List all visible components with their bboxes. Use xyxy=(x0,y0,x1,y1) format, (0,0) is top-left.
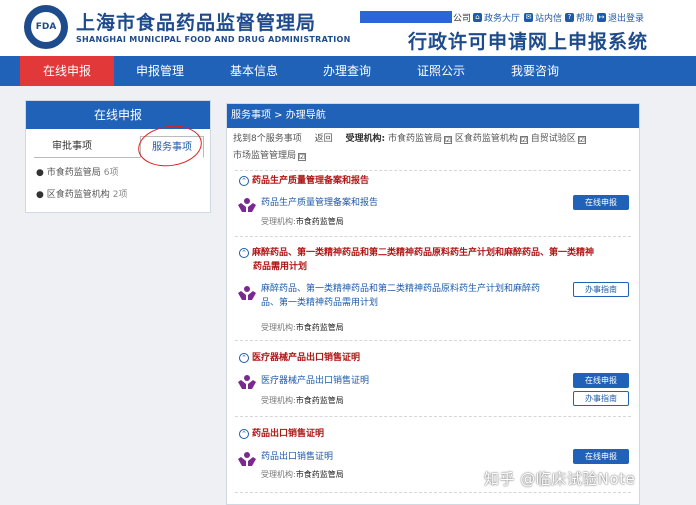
service-item-link[interactable]: 药品出口销售证明 xyxy=(261,450,333,464)
service-hands-icon xyxy=(238,375,256,389)
logout-icon: ↦ xyxy=(597,13,606,22)
online-apply-button[interactable]: 在线申报 xyxy=(573,449,629,464)
main-panel: 服务事项 > 办理导航 找到8个服务事项 返回 受理机构: 市食药监管局 ☑ 区食… xyxy=(226,103,640,505)
service-hands-icon xyxy=(238,452,256,466)
org-name-en: SHANGHAI MUNICIPAL FOOD AND DRUG ADMINIS… xyxy=(76,35,351,44)
agency-line: 受理机构:市食药监管局 xyxy=(261,217,344,226)
link-messages[interactable]: ✉ 站内信 xyxy=(524,11,562,24)
sidebar-item-city-label: 市食药监管局 xyxy=(46,168,101,178)
online-apply-button[interactable]: 在线申报 xyxy=(573,195,629,210)
section-title[interactable]: ⌃ 医疗器械产品出口销售证明 xyxy=(239,351,631,365)
org-name-cn: 上海市食品药品监督管理局 xyxy=(76,12,317,34)
link-help[interactable]: ? 帮助 xyxy=(565,11,594,24)
nav-consult[interactable]: 我要咨询 xyxy=(488,56,582,86)
guide-button[interactable]: 办事指南 xyxy=(573,391,629,406)
collapse-icon[interactable]: ⌃ xyxy=(239,248,249,258)
service-hands-icon xyxy=(238,286,256,300)
link-messages-label: 站内信 xyxy=(535,14,563,24)
collapse-icon[interactable]: ⌃ xyxy=(239,353,249,363)
service-item-link[interactable]: 药品生产质量管理备案和报告 xyxy=(261,196,378,210)
link-help-label: 帮助 xyxy=(576,14,595,24)
divider xyxy=(235,416,631,417)
link-service-hall-label: 政务大厅 xyxy=(484,14,521,24)
link-service-hall[interactable]: ⌂ 政务大厅 xyxy=(473,11,520,24)
result-count: 找到8个服务事项 xyxy=(233,134,302,144)
checkbox-icon[interactable]: ☑ xyxy=(519,136,528,144)
logo-text: FDA xyxy=(31,12,61,42)
section-title[interactable]: ⌃ 药品生产质量管理备案和报告 xyxy=(239,174,631,188)
tab-approval-items[interactable]: 审批事项 xyxy=(40,136,104,158)
agency-line: 受理机构:市食药监管局 xyxy=(261,470,344,479)
collapse-icon[interactable]: ⌃ xyxy=(239,429,249,439)
watermark: 知乎 @临床试验Note xyxy=(484,470,636,488)
checkbox-icon[interactable]: ☑ xyxy=(444,136,452,144)
back-link[interactable]: 返回 xyxy=(315,134,333,144)
filter-ftz[interactable]: 自贸试验区 ☑ xyxy=(531,134,586,144)
sidebar-item-district-label: 区食药监管机构 xyxy=(46,190,110,200)
hall-icon: ⌂ xyxy=(473,13,482,22)
site-header: FDA 上海市食品药品监督管理局 SHANGHAI MUNICIPAL FOOD… xyxy=(0,0,696,56)
sidebar-item-district-count: 2项 xyxy=(112,190,128,200)
sidebar-item-district[interactable]: ● 区食药监管机构 2项 xyxy=(36,187,127,200)
filter-bar: 找到8个服务事项 返回 受理机构: 市食药监管局 ☑ 区食药监管机构 ☑ 自贸试验区… xyxy=(233,131,637,165)
agency-line: 受理机构:市食药监管局 xyxy=(261,323,344,332)
service-hands-icon xyxy=(238,198,256,212)
nav-online-apply[interactable]: 在线申报 xyxy=(20,56,114,86)
checkbox-icon[interactable]: ☑ xyxy=(577,136,586,144)
checkbox-icon[interactable]: ☑ xyxy=(298,153,307,161)
divider xyxy=(235,340,631,341)
guide-button[interactable]: 办事指南 xyxy=(573,282,629,297)
online-apply-button[interactable]: 在线申报 xyxy=(573,373,629,388)
nav-progress-query[interactable]: 办理查询 xyxy=(300,56,394,86)
bullet-icon: ● xyxy=(36,168,44,178)
sidebar-item-city[interactable]: ● 市食药监管局 6项 xyxy=(36,165,118,178)
fda-logo: FDA xyxy=(24,5,68,49)
divider xyxy=(235,492,631,493)
mail-icon: ✉ xyxy=(524,13,533,22)
company-name-redacted xyxy=(360,11,452,23)
divider xyxy=(235,236,631,237)
service-item-link[interactable]: 麻醉药品、第一类精神药品和第二类精神药品原料药生产计划和麻醉药 品、第一类精神药… xyxy=(261,282,540,310)
system-title: 行政许可申请网上申报系统 xyxy=(408,31,649,53)
service-item-link[interactable]: 医疗器械产品出口销售证明 xyxy=(261,374,369,388)
section-title[interactable]: ⌃ 麻醉药品、第一类精神药品和第二类精神药品原料药生产计划和麻醉药品、第一类精神 … xyxy=(239,246,631,274)
nav-license-public[interactable]: 证照公示 xyxy=(394,56,488,86)
sidebar-title: 在线申报 xyxy=(26,101,210,129)
company-suffix: 公司 xyxy=(453,14,472,24)
sidebar-item-city-count: 6项 xyxy=(103,168,119,178)
collapse-icon[interactable]: ⌃ xyxy=(239,176,249,186)
link-logout[interactable]: ↦ 退出登录 xyxy=(597,11,644,24)
agency-line: 受理机构:市食药监管局 xyxy=(261,396,344,405)
filter-city[interactable]: 市食药监管局 ☑ xyxy=(388,134,452,144)
link-logout-label: 退出登录 xyxy=(608,14,645,24)
filter-market[interactable]: 市场监管管理局 ☑ xyxy=(233,151,307,161)
nav-basic-info[interactable]: 基本信息 xyxy=(207,56,301,86)
main-nav: 在线申报 申报管理 基本信息 办理查询 证照公示 我要咨询 xyxy=(0,56,696,86)
divider xyxy=(235,170,631,171)
nav-apply-manage[interactable]: 申报管理 xyxy=(113,56,207,86)
bullet-icon: ● xyxy=(36,190,44,200)
agency-filter-label: 受理机构: xyxy=(345,134,386,144)
filter-district[interactable]: 区食药监管机构 ☑ xyxy=(455,134,528,144)
breadcrumb: 服务事项 > 办理导航 xyxy=(227,104,639,128)
section-title[interactable]: ⌃ 药品出口销售证明 xyxy=(239,427,631,441)
help-icon: ? xyxy=(565,13,574,22)
